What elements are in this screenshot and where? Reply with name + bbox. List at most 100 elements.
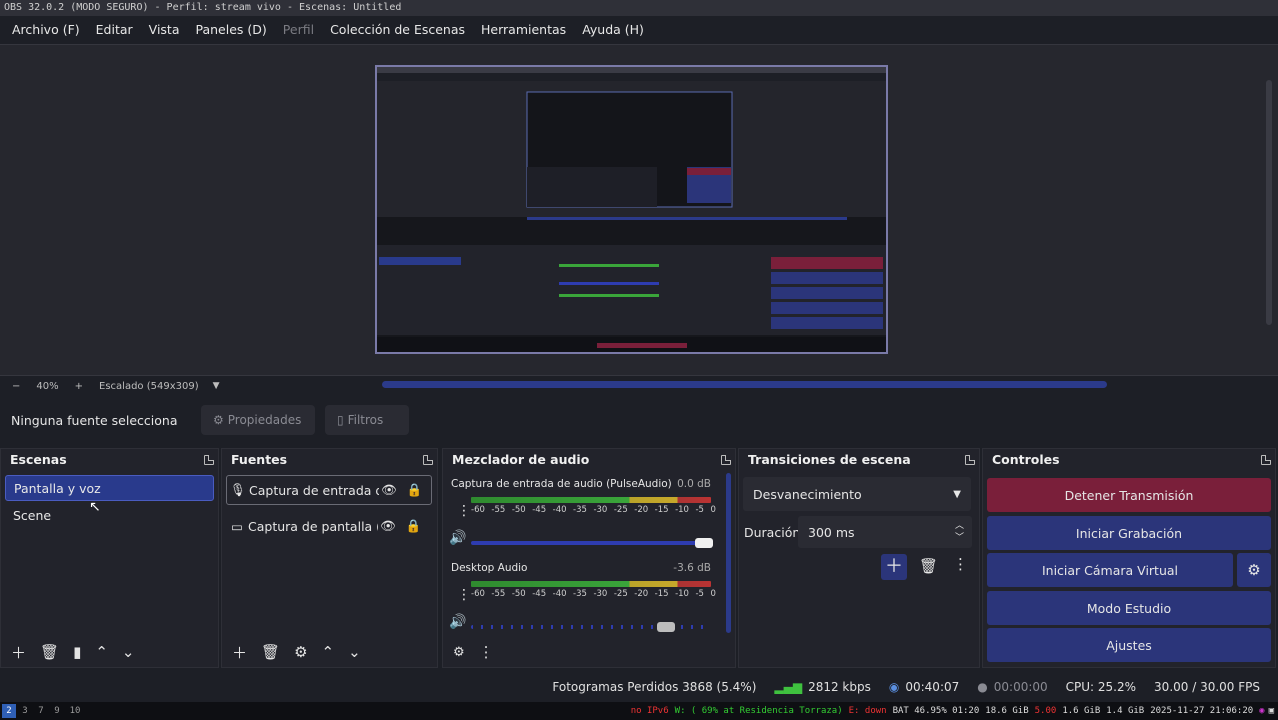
undock-icon[interactable] bbox=[721, 455, 731, 465]
tray-app-icon[interactable]: ◉ bbox=[1259, 706, 1264, 716]
more-options-icon[interactable]: ⋮ bbox=[457, 587, 471, 603]
menu-edit[interactable]: Editar bbox=[88, 16, 141, 44]
chevron-down-icon[interactable]: ﹀ bbox=[955, 532, 964, 544]
undock-icon[interactable] bbox=[204, 455, 214, 465]
chevron-up-icon[interactable]: ⌃ bbox=[322, 643, 335, 661]
preview-canvas[interactable] bbox=[375, 65, 888, 354]
transition-select[interactable]: Desvanecimiento ▼ bbox=[743, 477, 971, 511]
volume-slider-handle[interactable] bbox=[695, 538, 713, 548]
chevron-up-icon[interactable]: ︿ bbox=[955, 520, 964, 532]
trash-icon[interactable]: 🗑 bbox=[919, 557, 938, 575]
disk-status: 18.6 GiB bbox=[985, 706, 1029, 716]
streaming-icon: ◉ bbox=[888, 680, 900, 694]
trash-icon[interactable]: 🗑 bbox=[40, 643, 59, 661]
transitions-title: Transiciones de escena bbox=[748, 452, 911, 467]
mixer-channel: Desktop Audio -3.6 dB -60 -55 -50 -45 -40 -35… bbox=[443, 557, 725, 637]
add-icon[interactable]: ＋ bbox=[11, 642, 26, 663]
eye-icon[interactable]: 👁 bbox=[380, 518, 396, 534]
microphone-icon: 🎙 bbox=[230, 482, 246, 497]
chevron-down-icon[interactable]: ⌄ bbox=[348, 643, 361, 661]
scale-label: Escalado (549x309) bbox=[99, 380, 199, 392]
more-options-icon[interactable]: ⋮ bbox=[479, 643, 494, 661]
properties-label: Propiedades bbox=[227, 413, 302, 427]
zoom-in-button[interactable]: + bbox=[75, 381, 83, 392]
properties-button[interactable]: ⚙ Propiedades bbox=[201, 405, 315, 435]
scenes-footer: ＋ 🗑 ▮ ⌃ ⌄ bbox=[1, 637, 218, 667]
more-options-icon[interactable]: ⋮ bbox=[457, 503, 471, 519]
meter-ticks: -60 -55 -50 -45 -40 -35 -30 -25 -20 -15 -10 -5 0 bbox=[471, 505, 716, 515]
meter-ticks: -60 -55 -50 -45 -40 -35 -30 -25 -20 -15 -10 -5 0 bbox=[471, 589, 716, 599]
duration-field[interactable]: 300 ms ︿ ﹀ bbox=[798, 516, 972, 548]
virtualcam-settings-button[interactable]: ⚙ bbox=[1237, 553, 1271, 587]
volume-slider-handle[interactable] bbox=[657, 622, 675, 632]
chevron-up-icon[interactable]: ⌃ bbox=[95, 643, 108, 661]
source-label: Captura de entrada d bbox=[249, 482, 379, 498]
ethernet-status: E: down bbox=[848, 706, 887, 716]
source-item[interactable]: 🎙 Captura de entrada d 👁 🔒 bbox=[226, 475, 432, 505]
preview-vertical-scrollbar[interactable] bbox=[1266, 80, 1272, 325]
mouse-cursor-icon: ↖ bbox=[89, 499, 101, 515]
lock-icon[interactable]: 🔒 bbox=[406, 518, 422, 534]
scene-item[interactable]: Pantalla y voz bbox=[5, 475, 214, 501]
start-virtualcam-button[interactable]: Iniciar Cámara Virtual bbox=[987, 553, 1233, 587]
menu-help[interactable]: Ayuda (H) bbox=[574, 16, 652, 44]
speaker-icon[interactable]: 🔊 bbox=[449, 614, 466, 630]
workspace-button[interactable]: 10 bbox=[66, 704, 84, 718]
gear-icon: ⚙ bbox=[1247, 561, 1261, 579]
chevron-down-icon[interactable]: ⌄ bbox=[122, 643, 135, 661]
transition-select-value: Desvanecimiento bbox=[753, 486, 862, 502]
preview-horizontal-scrollbar[interactable] bbox=[382, 381, 1107, 388]
studio-mode-button[interactable]: Modo Estudio bbox=[987, 591, 1271, 625]
menu-scene-collection[interactable]: Colección de Escenas bbox=[322, 16, 473, 44]
channel-name: Desktop Audio bbox=[451, 562, 528, 574]
duration-value: 300 ms bbox=[808, 524, 855, 540]
memory-status: 1.4 GiB bbox=[1106, 706, 1145, 716]
transitions-dock: Transiciones de escena Desvanecimiento ▼… bbox=[738, 448, 980, 668]
tray-app-icon[interactable]: ▣ bbox=[1269, 706, 1274, 716]
load-status: 5.00 bbox=[1034, 706, 1057, 716]
undock-icon[interactable] bbox=[1261, 455, 1271, 465]
mixer-scrollbar[interactable] bbox=[726, 473, 731, 633]
stop-streaming-button[interactable]: Detener Transmisión bbox=[987, 478, 1271, 512]
source-item[interactable]: ▭ Captura de pantalla ( 👁 🔒 bbox=[226, 511, 432, 541]
scale-dropdown-icon[interactable]: ▼ bbox=[213, 381, 220, 391]
start-recording-button[interactable]: Iniciar Grabación bbox=[987, 516, 1271, 550]
scene-item[interactable]: Scene bbox=[5, 503, 214, 529]
lock-icon[interactable]: 🔒 bbox=[407, 482, 423, 498]
add-icon[interactable]: ＋ bbox=[232, 642, 247, 663]
filter-icon[interactable]: ▮ bbox=[73, 643, 81, 661]
gear-icon[interactable]: ⚙ bbox=[294, 643, 307, 661]
cpu-usage: CPU: 25.2% bbox=[1065, 680, 1137, 694]
monitor-icon: ▭ bbox=[231, 518, 243, 534]
sources-footer: ＋ 🗑 ⚙ ⌃ ⌄ bbox=[222, 637, 437, 667]
workspace-button[interactable]: 3 bbox=[18, 704, 32, 718]
menu-file[interactable]: Archivo (F) bbox=[4, 16, 88, 44]
add-transition-button[interactable]: ＋ bbox=[881, 554, 907, 580]
undock-icon[interactable] bbox=[423, 455, 433, 465]
speaker-icon[interactable]: 🔊 bbox=[449, 530, 466, 546]
gear-icon[interactable]: ⚙ bbox=[453, 645, 465, 660]
more-options-icon[interactable]: ⋮ bbox=[953, 555, 968, 573]
sources-title: Fuentes bbox=[231, 452, 288, 467]
controls-dock: Controles Detener Transmisión Iniciar Gr… bbox=[982, 448, 1276, 668]
zoom-out-button[interactable]: − bbox=[12, 381, 20, 392]
filters-button[interactable]: ▯ Filtros bbox=[325, 405, 409, 435]
chevron-down-icon: ▼ bbox=[953, 488, 961, 500]
settings-button[interactable]: Ajustes bbox=[987, 628, 1271, 662]
volume-slider[interactable] bbox=[471, 625, 711, 629]
workspace-button[interactable]: 9 bbox=[50, 704, 64, 718]
gear-icon: ⚙ bbox=[213, 413, 224, 427]
window-title: OBS 32.0.2 (MODO SEGURO) - Perfil: strea… bbox=[0, 0, 1278, 16]
eye-icon[interactable]: 👁 bbox=[381, 482, 397, 498]
menu-view[interactable]: Vista bbox=[141, 16, 188, 44]
menu-docks[interactable]: Paneles (D) bbox=[188, 16, 275, 44]
mixer-title: Mezclador de audio bbox=[452, 452, 590, 467]
volume-slider[interactable] bbox=[471, 541, 711, 545]
menu-tools[interactable]: Herramientas bbox=[473, 16, 574, 44]
workspace-button[interactable]: 2 bbox=[2, 704, 16, 718]
workspace-button[interactable]: 7 bbox=[34, 704, 48, 718]
channel-db: 0.0 dB bbox=[677, 478, 711, 490]
trash-icon[interactable]: 🗑 bbox=[261, 643, 280, 661]
controls-title: Controles bbox=[992, 452, 1060, 467]
undock-icon[interactable] bbox=[965, 455, 975, 465]
